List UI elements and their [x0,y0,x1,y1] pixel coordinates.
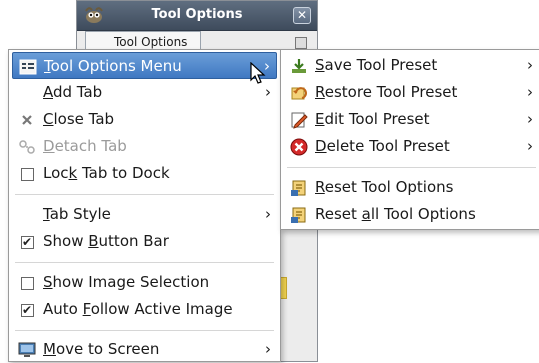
menu-item-label: Tab Style [43,205,111,223]
menu-item-auto-follow-active-image[interactable]: ✔ Auto Follow Active Image [12,296,277,323]
auto-follow-checkbox[interactable]: ✔ [18,301,36,319]
menu-item-show-button-bar[interactable]: ✔ Show Button Bar [12,228,277,255]
menu-separator [15,194,274,195]
menu-item-label: Show Image Selection [43,273,210,291]
restore-preset-icon [290,84,308,102]
menu-item-tab-style[interactable]: Tab Style › [12,201,277,228]
menu-item-edit-tool-preset[interactable]: Edit Tool Preset › [284,106,539,133]
tool-options-icon [19,58,37,76]
submenu-arrow-icon: › [265,340,271,358]
menu-item-label: Tool Options Menu [44,57,182,75]
checkmark-icon: ✔ [20,302,34,317]
edit-preset-icon [290,111,308,129]
menu-item-label: Close Tab [43,110,115,128]
menu-separator [287,167,536,168]
menu-separator [15,330,274,331]
menu-item-label: Reset Tool Options [315,178,454,196]
menu-item-label: Save Tool Preset [315,56,438,74]
reset-icon [290,179,308,197]
menu-separator [15,262,274,263]
submenu-arrow-icon: › [527,83,533,101]
menu-item-tool-options-menu[interactable]: Tool Options Menu › [12,52,277,79]
menu-item-reset-all-tool-options[interactable]: Reset all Tool Options [284,201,539,228]
menu-item-delete-tool-preset[interactable]: Delete Tool Preset › [284,133,539,160]
menu-item-reset-tool-options[interactable]: Reset Tool Options [284,174,539,201]
submenu-arrow-icon: › [527,110,533,128]
menu-item-detach-tab: Detach Tab [12,133,277,160]
menu-item-show-image-selection[interactable]: Show Image Selection [12,269,277,296]
menu-item-label: Auto Follow Active Image [43,300,233,318]
menu-item-label: Edit Tool Preset [315,110,430,128]
menu-item-save-tool-preset[interactable]: Save Tool Preset › [284,52,539,79]
tool-options-submenu: Save Tool Preset › Restore Tool Preset ›… [280,49,539,230]
menu-item-label: Delete Tool Preset [315,137,450,155]
close-x-icon [18,111,36,129]
window-titlebar[interactable]: Tool Options ✕ [77,1,317,31]
tool-options-tab[interactable]: Tool Options [85,31,201,51]
window-title: Tool Options [151,7,243,22]
menu-item-label: Lock Tab to Dock [43,164,170,182]
monitor-icon [18,341,36,359]
tab-context-menu: Tool Options Menu › Add Tab › Close Tab … [8,49,281,362]
mouse-pointer-icon [250,62,266,84]
menu-item-label: Detach Tab [43,137,127,155]
menu-item-restore-tool-preset[interactable]: Restore Tool Preset › [284,79,539,106]
tab-menu-button[interactable] [295,37,307,49]
menu-item-move-to-screen[interactable]: Move to Screen › [12,336,277,363]
checkmark-icon: ✔ [20,234,34,249]
lock-tab-checkbox[interactable] [18,165,36,183]
menu-item-add-tab[interactable]: Add Tab › [12,79,277,106]
delete-preset-icon [290,138,308,156]
save-preset-icon [290,57,308,75]
tab-label: Tool Options [114,35,188,49]
menu-item-close-tab[interactable]: Close Tab [12,106,277,133]
menu-item-label: Add Tab [43,83,103,101]
menu-item-label: Reset all Tool Options [315,205,476,223]
menu-item-label: Move to Screen [43,340,160,358]
submenu-arrow-icon: › [265,205,271,223]
show-image-selection-checkbox[interactable] [18,274,36,292]
menu-item-lock-tab-to-dock[interactable]: Lock Tab to Dock [12,160,277,187]
detach-icon [18,138,36,156]
show-button-bar-checkbox[interactable]: ✔ [18,233,36,251]
window-close-button[interactable]: ✕ [293,7,311,24]
submenu-arrow-icon: › [527,56,533,74]
submenu-arrow-icon: › [527,137,533,155]
reset-all-icon [290,206,308,224]
menu-item-label: Restore Tool Preset [315,83,458,101]
menu-item-label: Show Button Bar [43,232,169,250]
